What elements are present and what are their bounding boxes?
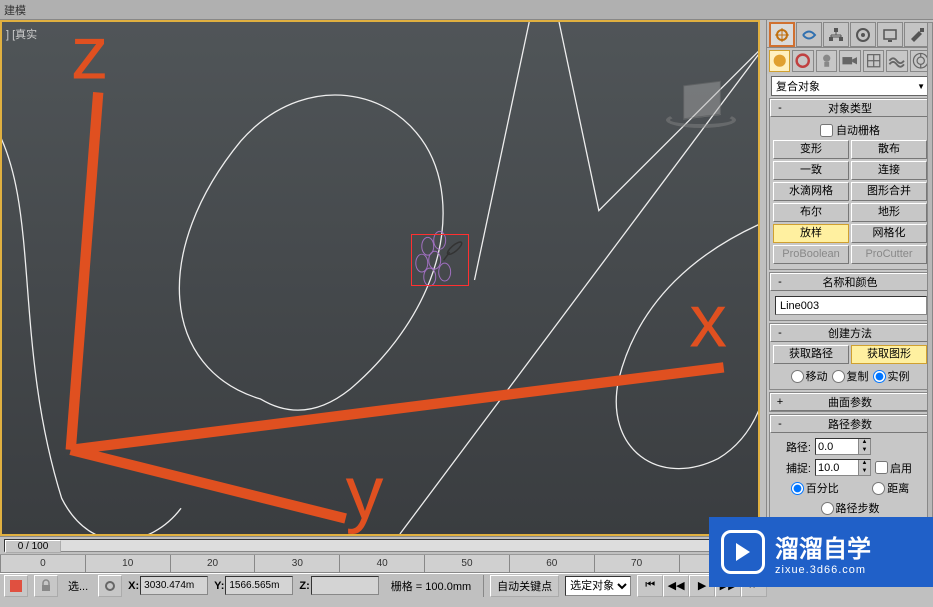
- loft-button[interactable]: 放样: [773, 224, 849, 243]
- path-spinner[interactable]: ▲▼: [815, 438, 871, 455]
- motion-tab[interactable]: [850, 22, 876, 47]
- x-coord-input[interactable]: [140, 576, 208, 595]
- instance-radio[interactable]: 实例: [873, 368, 910, 384]
- creation-method-rollout: - 创建方法 获取路径 获取图形 移动 复制 实例: [769, 323, 931, 390]
- scatter-button[interactable]: 散布: [851, 140, 927, 159]
- cameras-subtab[interactable]: [839, 50, 860, 72]
- axis-gizmo: x z y: [2, 22, 758, 534]
- object-type-rollout: - 对象类型 自动栅格 变形散布 一致连接 水滴网格图形合并 布尔地形 放样网格…: [769, 98, 931, 270]
- creation-method-header[interactable]: - 创建方法: [770, 324, 930, 342]
- path-params-rollout: - 路径参数 路径: ▲▼ 捕捉: ▲▼ 启用 百分比 距离 路径步数: [769, 414, 931, 522]
- prev-frame-button[interactable]: ◀◀: [663, 575, 689, 597]
- procutter-button[interactable]: ProCutter: [851, 245, 927, 264]
- auto-key-button[interactable]: 自动关键点: [490, 575, 559, 597]
- collapse-icon: -: [775, 276, 785, 288]
- pathsteps-radio[interactable]: 路径步数: [821, 500, 880, 516]
- time-slider-thumb[interactable]: 0 / 100: [5, 540, 61, 553]
- morph-button[interactable]: 变形: [773, 140, 849, 159]
- z-coord-input[interactable]: [311, 576, 379, 595]
- selection-label: 选...: [64, 578, 92, 594]
- viewport-area: ] [真实: [0, 20, 762, 536]
- watermark-overlay: 溜溜自学 zixue.3d66.com: [709, 517, 933, 587]
- goto-start-button[interactable]: ⏮: [637, 575, 663, 597]
- name-color-header[interactable]: - 名称和颜色: [770, 273, 930, 291]
- create-tab[interactable]: [769, 22, 795, 47]
- window-title: 建模: [4, 5, 26, 17]
- distance-radio[interactable]: 距离: [872, 480, 909, 496]
- surface-params-header[interactable]: + 曲面参数: [770, 393, 930, 411]
- lights-subtab[interactable]: [816, 50, 837, 72]
- autogrid-checkbox[interactable]: [820, 124, 833, 137]
- grid-info: 栅格 = 100.0mm: [385, 578, 477, 594]
- transform-type-button[interactable]: [98, 575, 122, 597]
- terrain-button[interactable]: 地形: [851, 203, 927, 222]
- autogrid-label: 自动栅格: [836, 122, 880, 138]
- surface-params-rollout: + 曲面参数: [769, 392, 931, 412]
- spacewarps-subtab[interactable]: [886, 50, 907, 72]
- lock-selection-button[interactable]: [34, 575, 58, 597]
- snap-spinner[interactable]: ▲▼: [815, 459, 871, 476]
- blobmesh-button[interactable]: 水滴网格: [773, 182, 849, 201]
- helpers-subtab[interactable]: [863, 50, 884, 72]
- expand-icon: +: [775, 396, 785, 408]
- get-path-button[interactable]: 获取路径: [773, 345, 849, 364]
- script-listener-button[interactable]: [4, 575, 28, 597]
- geometry-subtab[interactable]: [769, 50, 790, 72]
- collapse-icon: -: [775, 418, 785, 430]
- proboolean-button[interactable]: ProBoolean: [773, 245, 849, 264]
- get-shape-button[interactable]: 获取图形: [851, 345, 927, 364]
- snap-label: 捕捉:: [777, 460, 811, 476]
- create-subtabs: [767, 48, 933, 74]
- display-tab[interactable]: [877, 22, 903, 47]
- svg-text:y: y: [346, 452, 384, 534]
- conform-button[interactable]: 一致: [773, 161, 849, 180]
- percent-radio[interactable]: 百分比: [791, 480, 839, 496]
- perspective-viewport[interactable]: ] [真实: [0, 20, 760, 536]
- copy-radio[interactable]: 复制: [832, 368, 869, 384]
- title-bar: 建模: [0, 0, 933, 20]
- boolean-button[interactable]: 布尔: [773, 203, 849, 222]
- svg-text:x: x: [689, 280, 727, 364]
- mesher-button[interactable]: 网格化: [851, 224, 927, 243]
- y-coord-input[interactable]: [225, 576, 293, 595]
- shapemerge-button[interactable]: 图形合并: [851, 182, 927, 201]
- play-logo-icon: [721, 530, 765, 574]
- collapse-icon: -: [775, 102, 785, 114]
- panel-scrollbar[interactable]: [927, 22, 933, 540]
- connect-button[interactable]: 连接: [851, 161, 927, 180]
- move-radio[interactable]: 移动: [791, 368, 828, 384]
- modify-tab[interactable]: [796, 22, 822, 47]
- name-color-rollout: - 名称和颜色: [769, 272, 931, 321]
- path-label: 路径:: [777, 439, 811, 455]
- enable-checkbox[interactable]: 启用: [875, 460, 912, 476]
- command-panel: 复合对象 - 对象类型 自动栅格 变形散布 一致连接 水滴网格图形合并 布尔地形…: [766, 20, 933, 560]
- collapse-icon: -: [775, 327, 785, 339]
- command-panel-tabs: [767, 20, 933, 48]
- object-type-header[interactable]: - 对象类型: [770, 99, 930, 117]
- path-params-header[interactable]: - 路径参数: [770, 415, 930, 433]
- category-dropdown[interactable]: 复合对象: [771, 76, 930, 96]
- object-name-input[interactable]: [775, 296, 927, 315]
- svg-text:z: z: [71, 22, 109, 96]
- shapes-subtab[interactable]: [792, 50, 813, 72]
- hierarchy-tab[interactable]: [823, 22, 849, 47]
- key-filter-dropdown[interactable]: 选定对象: [565, 576, 631, 596]
